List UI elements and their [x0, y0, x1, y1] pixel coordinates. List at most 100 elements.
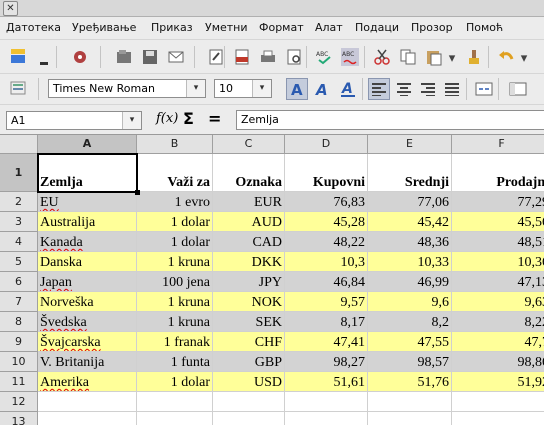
cell-f13[interactable]: [452, 412, 544, 425]
column-header-e[interactable]: E: [368, 135, 452, 154]
autospellcheck-icon[interactable]: ABC: [340, 47, 360, 67]
cell-f2[interactable]: 77,29: [452, 192, 544, 212]
align-right-icon[interactable]: [418, 79, 438, 99]
row-header-9[interactable]: 9: [0, 332, 38, 352]
chevron-down-icon[interactable]: ▾: [186, 80, 205, 97]
email-icon[interactable]: [166, 47, 186, 67]
cell-e11[interactable]: 51,76: [368, 372, 452, 392]
cell-d6[interactable]: 46,84: [285, 272, 368, 292]
menu-edit[interactable]: Уређивање: [72, 21, 136, 34]
column-header-b[interactable]: B: [137, 135, 213, 154]
save-icon[interactable]: [140, 47, 160, 67]
cell-f9[interactable]: 47,7: [452, 332, 544, 352]
row-header-3[interactable]: 3: [0, 212, 38, 232]
equals-icon[interactable]: =: [208, 109, 221, 128]
close-icon[interactable]: ✕: [3, 1, 18, 16]
copy-icon[interactable]: [398, 47, 418, 67]
cell-c3[interactable]: AUD: [213, 212, 285, 232]
export-pdf-icon[interactable]: [232, 47, 252, 67]
cell-d11[interactable]: 51,61: [285, 372, 368, 392]
print-preview-icon[interactable]: [284, 47, 304, 67]
paste-icon[interactable]: [424, 47, 444, 67]
cell-d13[interactable]: [285, 412, 368, 425]
undo-icon[interactable]: [496, 47, 516, 67]
clone-formatting-icon[interactable]: [464, 47, 484, 67]
row-header-10[interactable]: 10: [0, 352, 38, 372]
font-size-combo[interactable]: 10 ▾: [214, 79, 272, 98]
row-header-2[interactable]: 2: [0, 192, 38, 212]
column-header-a[interactable]: A: [38, 135, 137, 154]
cell-f1[interactable]: Prodajni: [452, 154, 544, 192]
chevron-down-icon[interactable]: ▾: [252, 80, 271, 97]
cell-b5[interactable]: 1 kruna: [137, 252, 213, 272]
cell-d8[interactable]: 8,17: [285, 312, 368, 332]
font-name-combo[interactable]: Times New Roman ▾: [48, 79, 206, 98]
styles-icon[interactable]: [8, 78, 28, 98]
cell-a13[interactable]: [38, 412, 137, 425]
cell-d5[interactable]: 10,3: [285, 252, 368, 272]
cell-e7[interactable]: 9,6: [368, 292, 452, 312]
menu-insert[interactable]: Уметни: [205, 21, 248, 34]
menu-help[interactable]: Помоћ: [466, 21, 503, 34]
cell-e1[interactable]: Srednji: [368, 154, 452, 192]
cell-c4[interactable]: CAD: [213, 232, 285, 252]
chevron-down-icon[interactable]: ▾: [122, 112, 141, 129]
cell-c1[interactable]: Oznaka: [213, 154, 285, 192]
cell-c7[interactable]: NOK: [213, 292, 285, 312]
row-header-11[interactable]: 11: [0, 372, 38, 392]
column-header-c[interactable]: C: [213, 135, 285, 154]
justify-icon[interactable]: [442, 79, 462, 99]
cell-d3[interactable]: 45,28: [285, 212, 368, 232]
cell-d2[interactable]: 76,83: [285, 192, 368, 212]
cell-a2[interactable]: EU: [38, 192, 137, 212]
row-header-4[interactable]: 4: [0, 232, 38, 252]
cell-d4[interactable]: 48,22: [285, 232, 368, 252]
merge-cells-icon[interactable]: [474, 79, 494, 99]
cell-b8[interactable]: 1 kruna: [137, 312, 213, 332]
cell-a8[interactable]: Švedska: [38, 312, 137, 332]
cell-a11[interactable]: Amerika: [38, 372, 137, 392]
name-box[interactable]: A1 ▾: [6, 111, 142, 130]
open-icon[interactable]: [114, 47, 134, 67]
cell-e2[interactable]: 77,06: [368, 192, 452, 212]
cell-c6[interactable]: JPY: [213, 272, 285, 292]
cell-b1[interactable]: Važi za: [137, 154, 213, 192]
cell-c10[interactable]: GBP: [213, 352, 285, 372]
cell-f6[interactable]: 47,13: [452, 272, 544, 292]
cell-e6[interactable]: 46,99: [368, 272, 452, 292]
cell-e13[interactable]: [368, 412, 452, 425]
cell-a10[interactable]: V. Britanija: [38, 352, 137, 372]
menu-view[interactable]: Приказ: [151, 21, 193, 34]
cell-e4[interactable]: 48,36: [368, 232, 452, 252]
cell-c2[interactable]: EUR: [213, 192, 285, 212]
cell-e10[interactable]: 98,57: [368, 352, 452, 372]
cell-c8[interactable]: SEK: [213, 312, 285, 332]
cell-f12[interactable]: [452, 392, 544, 412]
new-dropdown-icon[interactable]: [38, 48, 50, 68]
row-header-5[interactable]: 5: [0, 252, 38, 272]
cell-d1[interactable]: Kupovni: [285, 154, 368, 192]
cell-e3[interactable]: 45,42: [368, 212, 452, 232]
row-header-7[interactable]: 7: [0, 292, 38, 312]
column-header-d[interactable]: D: [285, 135, 368, 154]
cell-b12[interactable]: [137, 392, 213, 412]
cell-a1[interactable]: Zemlja: [38, 154, 137, 192]
cell-b10[interactable]: 1 funta: [137, 352, 213, 372]
cell-d10[interactable]: 98,27: [285, 352, 368, 372]
cell-e5[interactable]: 10,33: [368, 252, 452, 272]
select-all-corner[interactable]: [0, 135, 38, 154]
italic-icon[interactable]: A: [312, 79, 332, 99]
align-center-icon[interactable]: [394, 79, 414, 99]
cell-d9[interactable]: 47,41: [285, 332, 368, 352]
cell-b4[interactable]: 1 dolar: [137, 232, 213, 252]
undo-dropdown-icon[interactable]: ▾: [518, 48, 530, 68]
cell-a5[interactable]: Danska: [38, 252, 137, 272]
cell-b3[interactable]: 1 dolar: [137, 212, 213, 232]
row-header-13[interactable]: 13: [0, 412, 38, 425]
cell-a6[interactable]: Japan: [38, 272, 137, 292]
cell-b2[interactable]: 1 evro: [137, 192, 213, 212]
row-header-12[interactable]: 12: [0, 392, 38, 412]
sum-icon[interactable]: Σ: [183, 109, 194, 128]
cell-b7[interactable]: 1 kruna: [137, 292, 213, 312]
paste-dropdown-icon[interactable]: ▾: [446, 48, 458, 68]
